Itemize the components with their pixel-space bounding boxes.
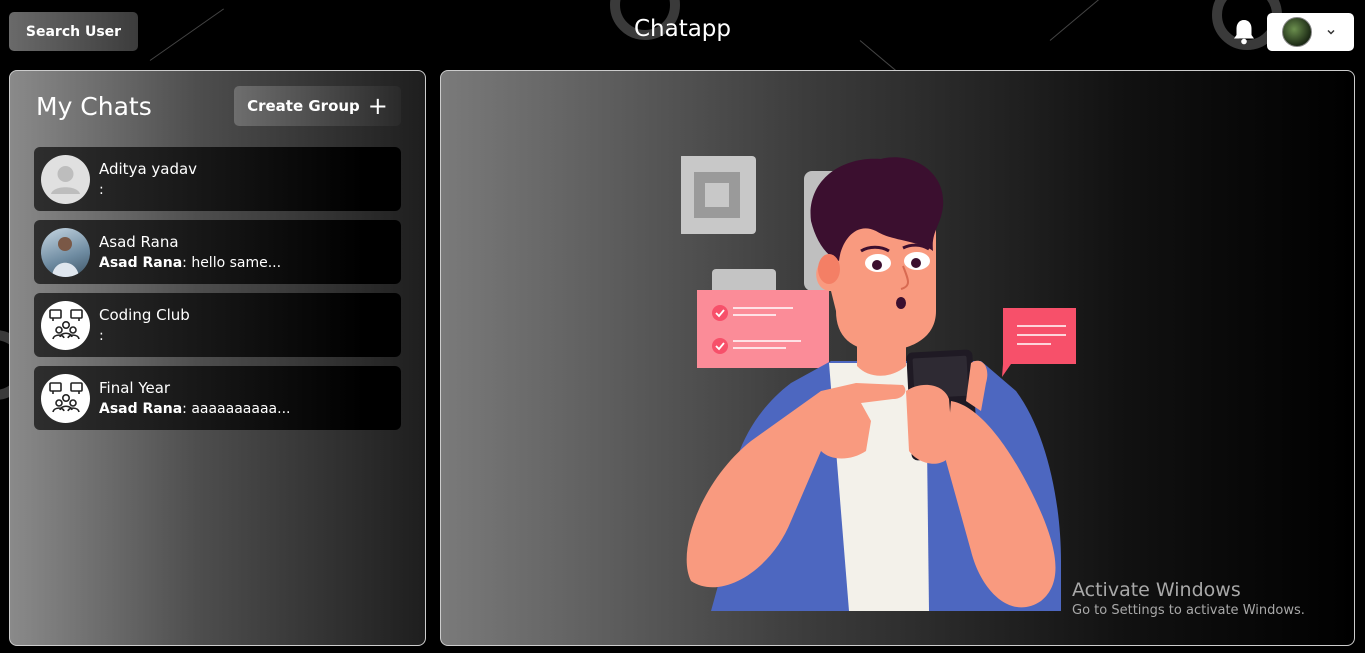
chat-list: Aditya yadav : Asad Rana Asad Rana: hell… [34, 147, 401, 430]
chat-name: Coding Club [99, 306, 190, 324]
app-title: Chatapp [633, 16, 732, 42]
chat-info: Asad Rana Asad Rana: hello same... [99, 233, 281, 271]
windows-activation-watermark: Activate Windows Go to Settings to activ… [1072, 579, 1305, 618]
person-with-phone-illustration [681, 156, 1076, 611]
top-bar: Search User Chatapp [0, 4, 1365, 64]
chat-info: Aditya yadav : [99, 160, 197, 198]
chat-last-sender: Asad Rana [99, 401, 183, 417]
chat-name: Asad Rana [99, 233, 179, 251]
my-chats-title: My Chats [36, 91, 152, 121]
chat-last-text: : hello same... [182, 255, 282, 271]
chat-last-message: Asad Rana: aaaaaaaaaa... [99, 401, 290, 417]
chat-item-asad-rana[interactable]: Asad Rana Asad Rana: hello same... [34, 220, 401, 284]
watermark-subtitle: Go to Settings to activate Windows. [1072, 603, 1305, 618]
plus-icon: + [367, 92, 388, 120]
chat-item-aditya-yadav[interactable]: Aditya yadav : [34, 147, 401, 211]
chat-last-message: : [99, 182, 197, 198]
chat-last-text: : aaaaaaaaaa... [182, 401, 291, 417]
create-group-label: Create Group [247, 97, 360, 115]
create-group-button[interactable]: Create Group + [234, 86, 401, 126]
chevron-down-icon [1327, 29, 1335, 35]
profile-avatar [1282, 17, 1312, 47]
chat-last-text: : [99, 182, 104, 198]
my-chats-panel: My Chats Create Group + Aditya yadav : A… [9, 70, 426, 646]
chat-last-text: : [99, 328, 104, 344]
profile-menu-button[interactable] [1267, 13, 1354, 51]
chat-box-panel: Activate Windows Go to Settings to activ… [440, 70, 1355, 646]
chat-last-sender: Asad Rana [99, 255, 183, 271]
group-icon [41, 300, 90, 350]
chats-header: My Chats Create Group + [34, 85, 401, 127]
chat-info: Coding Club : [99, 306, 190, 344]
chat-item-coding-club[interactable]: Coding Club : [34, 293, 401, 357]
chat-last-message: : [99, 328, 190, 344]
chat-info: Final Year Asad Rana: aaaaaaaaaa... [99, 379, 290, 417]
bell-icon[interactable] [1231, 18, 1257, 46]
chat-name: Final Year [99, 379, 171, 397]
watermark-title: Activate Windows [1072, 579, 1241, 601]
chat-item-final-year[interactable]: Final Year Asad Rana: aaaaaaaaaa... [34, 366, 401, 430]
default-user-avatar [41, 154, 90, 204]
user-photo-avatar [41, 227, 90, 277]
chat-last-message: Asad Rana: hello same... [99, 255, 281, 271]
chat-name: Aditya yadav [99, 160, 198, 178]
group-icon [41, 373, 90, 423]
